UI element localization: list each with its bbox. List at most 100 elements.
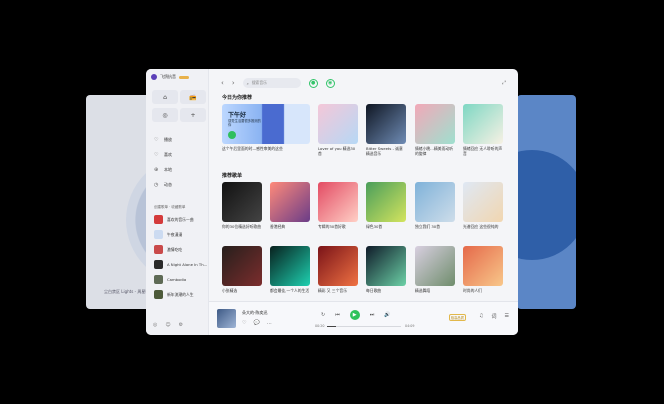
songlist-card[interactable]: 时尚的人们 [463, 246, 503, 293]
songlist-card[interactable]: 精选舞蹈 [415, 246, 455, 293]
progress-bar[interactable] [327, 326, 401, 327]
songlist-card[interactable]: 都会最佳,一个人的生活 [270, 246, 310, 293]
playlist-label: A Night Alone In Th… [167, 262, 208, 267]
nav-label: 喜欢 [164, 152, 172, 157]
card-title: 绿色30首 [366, 224, 383, 229]
daily-card[interactable]: 情绪回应 无人聆听的声音 [463, 104, 503, 156]
songlist-card[interactable]: 小张精选 [222, 246, 262, 293]
clock-icon: ◷ [154, 181, 159, 188]
lyrics-icon[interactable]: 词 [492, 313, 497, 320]
nav-item-feed[interactable]: ◷ 动态 [154, 182, 172, 188]
songlist-card[interactable]: 精彩 又 三个音乐 [318, 246, 358, 293]
equalizer-icon[interactable]: ♫ [479, 313, 483, 320]
sidebar-playlist-item[interactable]: 新年流潮的人生 [154, 290, 194, 299]
card-subtitle: 感觉生活要很多推测的你 [228, 119, 261, 127]
album-cover: 下午好 感觉生活要很多推测的你 [222, 104, 310, 144]
card-title: 光谱回应 这些很纯的 [463, 224, 499, 229]
daily-card[interactable]: Bitter Sweets - 诚意精选音乐 [366, 104, 406, 156]
settings-icon[interactable]: ◎ [153, 322, 157, 328]
songlist-card[interactable]: 香港经典 [270, 182, 310, 229]
daily-card[interactable]: 情绪小晚…精美而动听的旋律 [415, 104, 455, 156]
now-playing-actions: ♡ 💬 … [242, 320, 272, 326]
more-icon[interactable]: … [267, 320, 272, 326]
sidebar: 飞鸽抗音 ⌂ 📻 ◎ + ♡ 播放 ♡ 喜欢 ⊕ 本地 ◷ 动态 创建歌单 · 收藏歌单… [146, 69, 209, 335]
topbar: ‹ › ⌕ 搜索音乐 ● ◉ [221, 78, 335, 88]
daily-recommendation-card[interactable]: 下午好 感觉生活要很多推测的你 这个午后里面的时—感性审美的这些 [222, 104, 310, 151]
card-title: 小张精选 [222, 288, 238, 293]
home-button[interactable]: ⌂ [152, 90, 178, 104]
brand-name: 飞鸽抗音 [160, 74, 176, 79]
card-title: 每日歌曲 [366, 288, 382, 293]
heart-icon: ♡ [154, 151, 159, 158]
album-cover [415, 246, 455, 286]
album-cover [222, 246, 262, 286]
playlist-thumbnail [154, 245, 163, 254]
search-input[interactable]: ⌕ 搜索音乐 [242, 78, 301, 88]
playlist-thumbnail [154, 290, 163, 299]
daily-card[interactable]: Lover of you 精选30首 [318, 104, 358, 156]
radio-button[interactable]: 📻 [180, 90, 206, 104]
recognize-icon[interactable]: ● [308, 78, 318, 88]
back-arrow-icon[interactable]: ‹ [221, 79, 224, 87]
community-icon[interactable]: ◉ [325, 78, 335, 88]
repeat-icon[interactable]: ↻ [321, 312, 325, 318]
songlist-card[interactable]: 光谱回应 这些很纯的 [463, 182, 503, 229]
nav-item-play[interactable]: ♡ 播放 [154, 137, 172, 143]
search-icon: ⌕ [246, 80, 249, 86]
nav-item-like[interactable]: ♡ 喜欢 [154, 152, 172, 158]
songlist-card[interactable]: 每日歌曲 [366, 246, 406, 293]
songlist-card[interactable]: 绿色30首 [366, 182, 406, 229]
card-title: 精彩 又 三个音乐 [318, 288, 347, 293]
sidebar-playlist-item[interactable]: A Night Alone In Th… [154, 260, 207, 269]
player-right-controls: ♫ 词 ☰ [479, 313, 509, 320]
card-title: 这个午后里面的时—感性审美的这些 [222, 146, 283, 151]
sidebar-playlist-item[interactable]: 激情吃吃 [154, 245, 182, 254]
card-title: Bitter Sweets - 诚意精选音乐 [366, 146, 403, 156]
heart-icon[interactable]: ♡ [242, 320, 246, 326]
playlist-label: 午夜漫漫 [167, 231, 183, 237]
current-time: 00:20 [315, 324, 325, 328]
now-playing-cover[interactable] [217, 309, 236, 328]
nav-label: 播放 [164, 137, 172, 142]
background-card-right [517, 95, 576, 309]
now-playing-title[interactable]: 朵大的-陈奕迅 [242, 310, 267, 316]
card-title: 情绪小晚…精美而动听的旋律 [415, 146, 453, 156]
playlist-icon[interactable]: ☰ [505, 313, 509, 320]
previous-icon[interactable]: ⏮ [335, 312, 340, 318]
songlist-card[interactable]: 专辑的30首好歌 [318, 182, 358, 229]
expand-icon[interactable]: ⤢ [502, 80, 506, 86]
card-title: Lover of you 精选30首 [318, 146, 356, 156]
sidebar-playlist-item[interactable]: 午夜漫漫 [154, 230, 182, 239]
playlist-label: 新年流潮的人生 [167, 291, 194, 297]
album-cover [318, 104, 358, 144]
local-icon: ⊕ [154, 166, 159, 173]
album-cover [222, 182, 262, 222]
vip-badge [179, 75, 189, 79]
comment-icon[interactable]: 💬 [253, 320, 259, 326]
quality-badge[interactable]: 极高品质 [448, 314, 466, 321]
add-button[interactable]: + [180, 108, 206, 122]
gear-icon[interactable]: ⚙ [179, 322, 183, 328]
play-button[interactable]: ▶ [349, 310, 360, 320]
sidebar-playlist-item[interactable]: Cambodia [154, 275, 186, 284]
play-icon[interactable] [228, 131, 236, 139]
album-cover [415, 104, 455, 144]
card-title: 香港经典 [270, 224, 286, 229]
album-cover [463, 246, 503, 286]
album-cover [366, 104, 406, 144]
nav-item-local[interactable]: ⊕ 本地 [154, 167, 172, 173]
volume-icon[interactable]: 🔊 [384, 312, 390, 318]
section-title-daily: 今日为你推荐 [222, 95, 253, 101]
progress-fill [327, 326, 336, 327]
songlist-card[interactable]: 独立我们 30首 [415, 182, 455, 229]
card-title: 你的30位精选好听歌曲 [222, 224, 262, 229]
album-cover [366, 246, 406, 286]
playlist-section-header: 创建歌单 · 收藏歌单 [154, 205, 186, 209]
sidebar-playlist-item[interactable]: 喜欢的音乐一曲 [154, 215, 194, 224]
profile-icon[interactable]: ☺ [165, 322, 170, 328]
next-icon[interactable]: ⏭ [370, 312, 375, 318]
songlist-card[interactable]: 你的30位精选好听歌曲 [222, 182, 262, 229]
playlist-thumbnail [154, 275, 163, 284]
target-button[interactable]: ◎ [152, 108, 178, 122]
forward-arrow-icon[interactable]: › [232, 79, 235, 87]
